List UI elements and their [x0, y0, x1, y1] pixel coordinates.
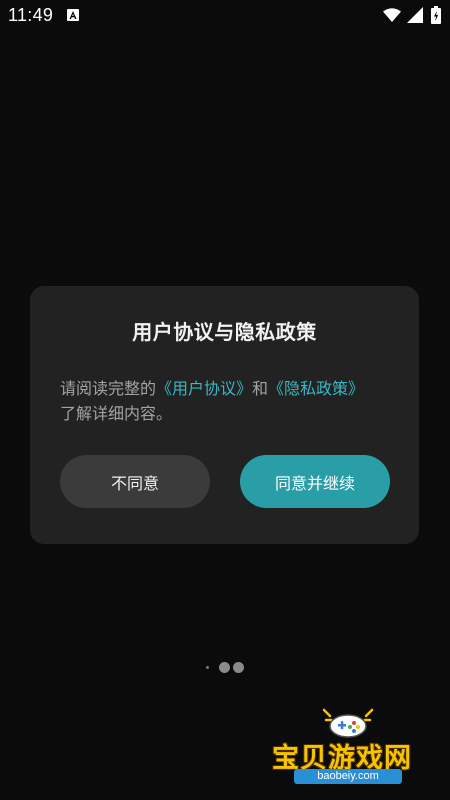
user-agreement-link[interactable]: 《用户协议》 [156, 379, 252, 398]
disagree-button[interactable]: 不同意 [60, 455, 210, 508]
dialog-message: 请阅读完整的《用户协议》和《隐私政策》了解详细内容。 [60, 376, 390, 426]
wifi-icon [383, 8, 401, 27]
agree-continue-button[interactable]: 同意并继续 [240, 455, 390, 508]
privacy-policy-link[interactable]: 《隐私政策》 [268, 379, 364, 398]
watermark: 宝贝游戏网 baobeiy.com [272, 706, 424, 786]
page-indicator-dot-small [206, 666, 209, 669]
page-indicator-dot [233, 662, 244, 673]
status-bar: 11:49 [0, 0, 450, 32]
signal-icon [407, 7, 423, 27]
a-notification-icon [67, 9, 79, 21]
message-and: 和 [252, 379, 269, 398]
page-indicator-dot [219, 662, 230, 673]
status-time: 11:49 [8, 5, 54, 25]
message-prefix: 请阅读完整的 [60, 379, 157, 398]
watermark-url: baobeiy.com [294, 769, 402, 784]
dialog-title: 用户协议与隐私政策 [132, 320, 317, 344]
screen: 11:49 用户协议与隐私政策 请阅读完整的《用户协议》和《隐私政策》 了解详细… [0, 0, 450, 800]
battery-icon [431, 6, 441, 28]
privacy-dialog: 用户协议与隐私政策 请阅读完整的《用户协议》和《隐私政策》了解详细内容。 不同意… [30, 286, 419, 544]
message-suffix: 了解详细内容。 [60, 404, 173, 423]
